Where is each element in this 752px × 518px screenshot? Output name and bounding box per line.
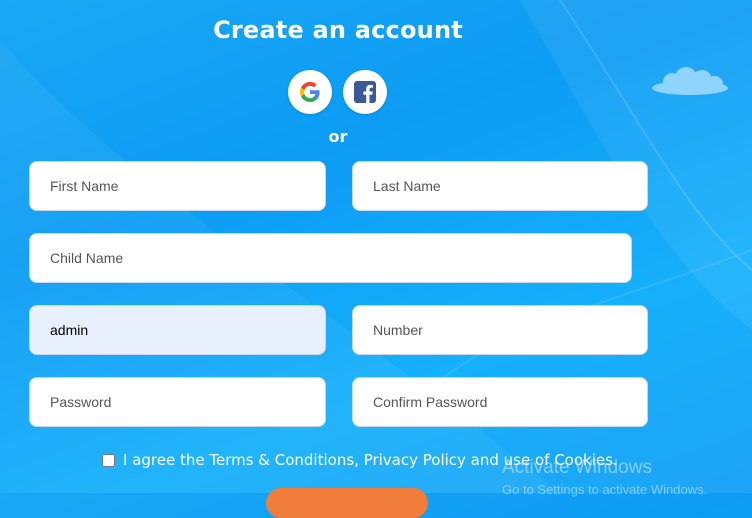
watermark-subtitle: Go to Settings to activate Windows. — [502, 482, 708, 497]
first-name-input[interactable] — [29, 161, 326, 211]
windows-activation-watermark: Activate Windows Go to Settings to activ… — [502, 457, 707, 497]
cloud-icon — [652, 67, 728, 95]
or-divider: or — [328, 127, 348, 146]
google-login-button[interactable] — [288, 70, 332, 114]
google-icon — [300, 82, 320, 102]
watermark-title: Activate Windows — [502, 457, 652, 478]
confirm-password-input[interactable] — [352, 377, 648, 427]
facebook-login-button[interactable] — [343, 70, 387, 114]
password-input[interactable] — [29, 377, 326, 427]
facebook-icon — [354, 81, 376, 103]
last-name-input[interactable] — [352, 161, 648, 211]
number-input[interactable] — [352, 305, 648, 355]
terms-checkbox[interactable] — [102, 453, 115, 467]
page-title: Create an account — [213, 16, 463, 44]
username-input[interactable] — [29, 305, 326, 355]
child-name-input[interactable] — [29, 233, 632, 283]
